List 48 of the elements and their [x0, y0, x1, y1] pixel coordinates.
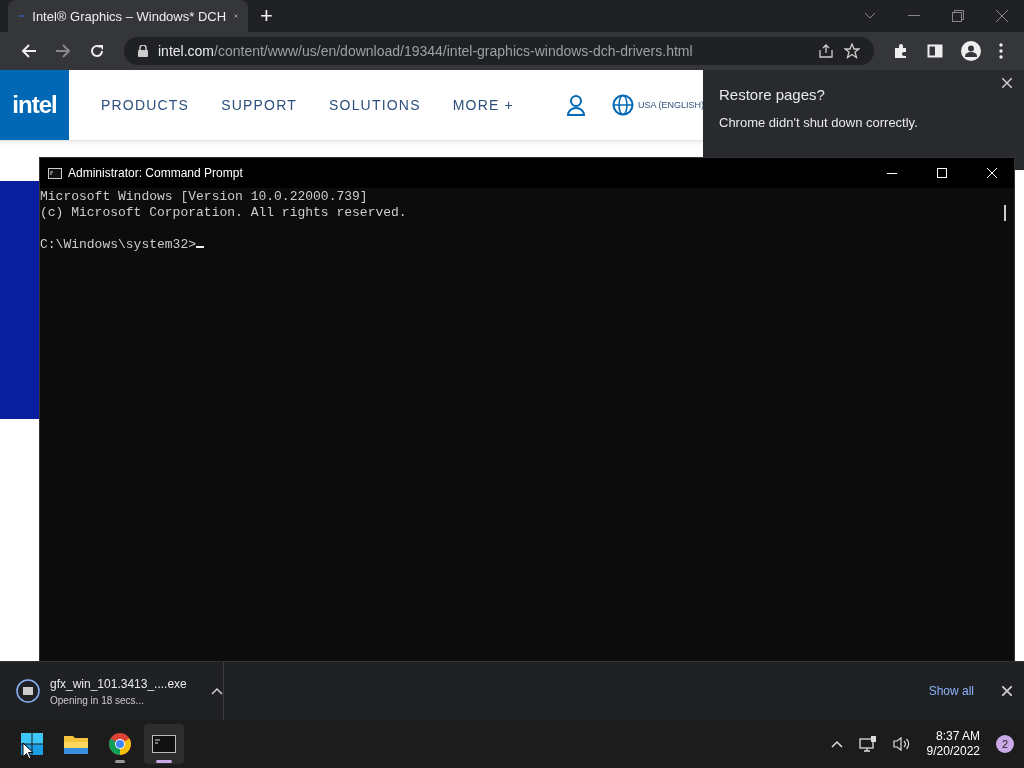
console-line: (c) Microsoft Corporation. All rights reserved.: [40, 205, 407, 220]
download-status: Opening in 18 secs...: [50, 694, 145, 706]
terminal-icon[interactable]: [144, 724, 184, 764]
restore-icon[interactable]: [952, 10, 964, 22]
scrollbar-thumb[interactable]: [1004, 205, 1006, 221]
globe-icon[interactable]: [612, 94, 634, 116]
user-icon[interactable]: [566, 94, 586, 116]
close-icon[interactable]: [1002, 686, 1012, 696]
window-title: Administrator: Command Prompt: [68, 166, 243, 180]
popup-message: Chrome didn't shut down correctly.: [719, 115, 919, 130]
sidebar-icon[interactable]: [927, 43, 943, 59]
forward-icon[interactable]: [55, 43, 71, 59]
browser-tab[interactable]: Intel® Graphics – Windows* DCH: [8, 0, 248, 32]
nav-link[interactable]: SOLUTIONS: [329, 97, 421, 113]
profile-icon[interactable]: [961, 41, 981, 61]
lock-icon: [138, 45, 148, 57]
menu-icon[interactable]: [999, 43, 1003, 59]
chevron-up-icon[interactable]: [211, 687, 223, 695]
show-all-link[interactable]: Show all: [928, 684, 974, 698]
chevron-down-icon[interactable]: [864, 12, 876, 20]
volume-icon[interactable]: [892, 736, 911, 752]
back-icon[interactable]: [21, 43, 37, 59]
new-tab-button[interactable]: +: [260, 4, 273, 28]
star-icon[interactable]: [844, 43, 860, 59]
minimize-icon[interactable]: [887, 172, 897, 174]
mouse-pointer-icon: [22, 742, 34, 760]
close-icon[interactable]: [1002, 78, 1012, 88]
reload-icon[interactable]: [89, 43, 105, 59]
clock[interactable]: 8:37 AM 9/20/2022: [926, 729, 980, 759]
share-icon[interactable]: [818, 43, 834, 59]
notification-badge[interactable]: 2: [996, 735, 1014, 753]
console-prompt: C:\Windows\system32>: [40, 237, 197, 252]
console-line: Microsoft Windows [Version 10.0.22000.739]: [40, 189, 368, 204]
maximize-icon[interactable]: [937, 168, 947, 178]
text-cursor: [196, 246, 205, 248]
installer-icon: [16, 679, 40, 703]
nav-link[interactable]: MORE +: [452, 97, 514, 113]
nav-link[interactable]: SUPPORT: [221, 97, 297, 113]
puzzle-icon[interactable]: [893, 43, 909, 59]
network-icon[interactable]: [858, 736, 877, 752]
popup-title: Restore pages?: [719, 86, 826, 103]
region-link[interactable]: USA (ENGLISH): [638, 100, 704, 110]
nav-link[interactable]: PRODUCTS: [101, 97, 190, 113]
chevron-up-icon[interactable]: [830, 740, 843, 748]
download-filename[interactable]: gfx_win_101.3413_....exe: [50, 676, 201, 691]
address-bar[interactable]: intel.com/content/www/us/en/download/19344/intel-graphics-windows-dch-drivers.html: [124, 37, 874, 65]
console-icon: [48, 167, 62, 179]
site-logo[interactable]: intel: [0, 70, 69, 140]
